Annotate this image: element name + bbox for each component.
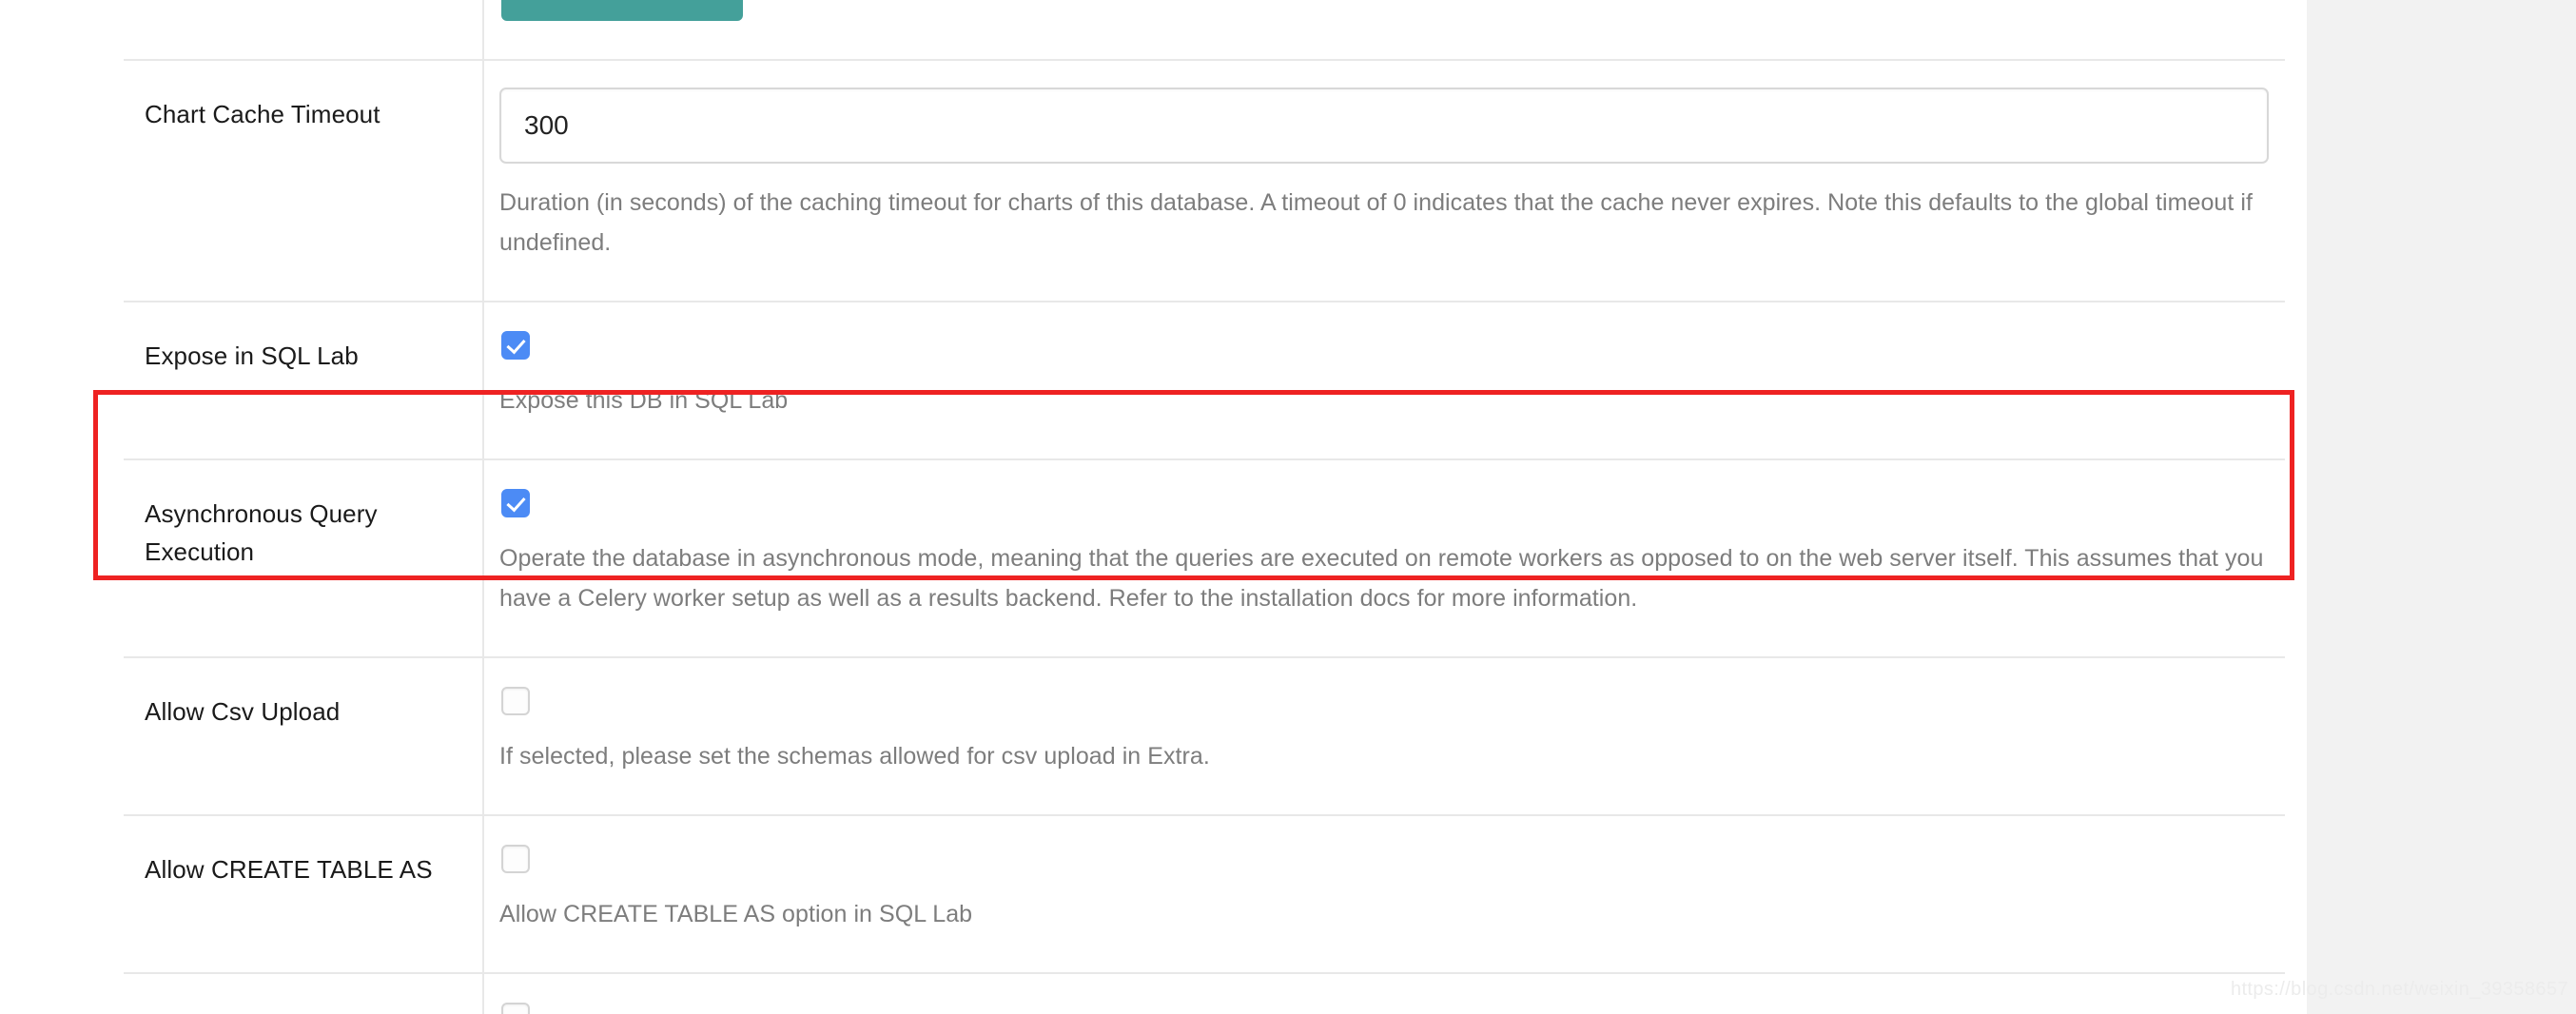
row-field-cell: Duration (in seconds) of the caching tim… xyxy=(483,59,2285,302)
table-row: Allow Csv Upload If selected, please set… xyxy=(124,656,2285,815)
database-settings-form: Test Connection Chart Cache Timeout Dura… xyxy=(124,0,2285,1014)
allow-create-table-as-checkbox[interactable] xyxy=(501,845,530,873)
table-row: Expose in SQL Lab Expose this DB in SQL … xyxy=(124,301,2285,459)
allow-dml-checkbox[interactable] xyxy=(501,1003,530,1014)
row-field-cell: If selected, please set the schemas allo… xyxy=(483,656,2285,815)
expose-in-sql-lab-checkbox[interactable] xyxy=(501,331,530,360)
row-label-cell: Allow Csv Upload xyxy=(124,656,484,815)
field-label-expose-in-sql-lab: Expose in SQL Lab xyxy=(145,341,359,370)
row-field-cell: Test Connection xyxy=(483,0,2285,60)
table-row: Allow CREATE TABLE AS Allow CREATE TABLE… xyxy=(124,814,2285,973)
row-label-cell: Allow DML xyxy=(124,972,484,1014)
field-label-chart-cache-timeout: Chart Cache Timeout xyxy=(145,100,381,128)
watermark-text: https://blog.csdn.net/weixin_39358657 xyxy=(2230,979,2568,1000)
page-background: Test Connection Chart Cache Timeout Dura… xyxy=(0,0,2576,1014)
field-label-allow-create-table-as: Allow CREATE TABLE AS xyxy=(145,855,433,884)
field-label-async-query-execution: Asynchronous Query Execution xyxy=(145,499,378,566)
row-label-cell: Expose in SQL Lab xyxy=(124,301,484,459)
content-panel: Test Connection Chart Cache Timeout Dura… xyxy=(0,0,2307,1014)
field-help-text: Duration (in seconds) of the caching tim… xyxy=(499,189,2253,256)
allow-csv-upload-checkbox[interactable] xyxy=(501,687,530,715)
row-label-cell xyxy=(124,0,484,60)
row-field-cell: Allow users to run non-SELECT statements… xyxy=(483,972,2285,1014)
scroll-viewport: Test Connection Chart Cache Timeout Dura… xyxy=(0,0,2576,1014)
row-field-cell: Expose this DB in SQL Lab xyxy=(483,301,2285,459)
row-label-cell: Asynchronous Query Execution xyxy=(124,458,484,657)
row-field-cell: Operate the database in asynchronous mod… xyxy=(483,458,2285,657)
field-label-allow-csv-upload: Allow Csv Upload xyxy=(145,697,341,726)
row-label-cell: Allow CREATE TABLE AS xyxy=(124,814,484,973)
test-connection-button[interactable]: Test Connection xyxy=(501,0,744,21)
table-row: Chart Cache Timeout Duration (in seconds… xyxy=(124,59,2285,302)
row-field-cell: Allow CREATE TABLE AS option in SQL Lab xyxy=(483,814,2285,973)
field-help-text: Operate the database in asynchronous mod… xyxy=(499,545,2264,612)
row-label-cell: Chart Cache Timeout xyxy=(124,59,484,302)
async-query-execution-checkbox[interactable] xyxy=(501,489,530,517)
chart-cache-timeout-input[interactable] xyxy=(499,88,2269,164)
field-help-text: If selected, please set the schemas allo… xyxy=(499,743,1210,770)
table-row: Allow DML Allow users to run non-SELECT … xyxy=(124,972,2285,1014)
field-help-text: Expose this DB in SQL Lab xyxy=(499,387,789,414)
table-row: Test Connection xyxy=(124,0,2285,60)
table-row: Asynchronous Query Execution Operate the… xyxy=(124,458,2285,657)
field-help-text: Allow CREATE TABLE AS option in SQL Lab xyxy=(499,901,973,927)
